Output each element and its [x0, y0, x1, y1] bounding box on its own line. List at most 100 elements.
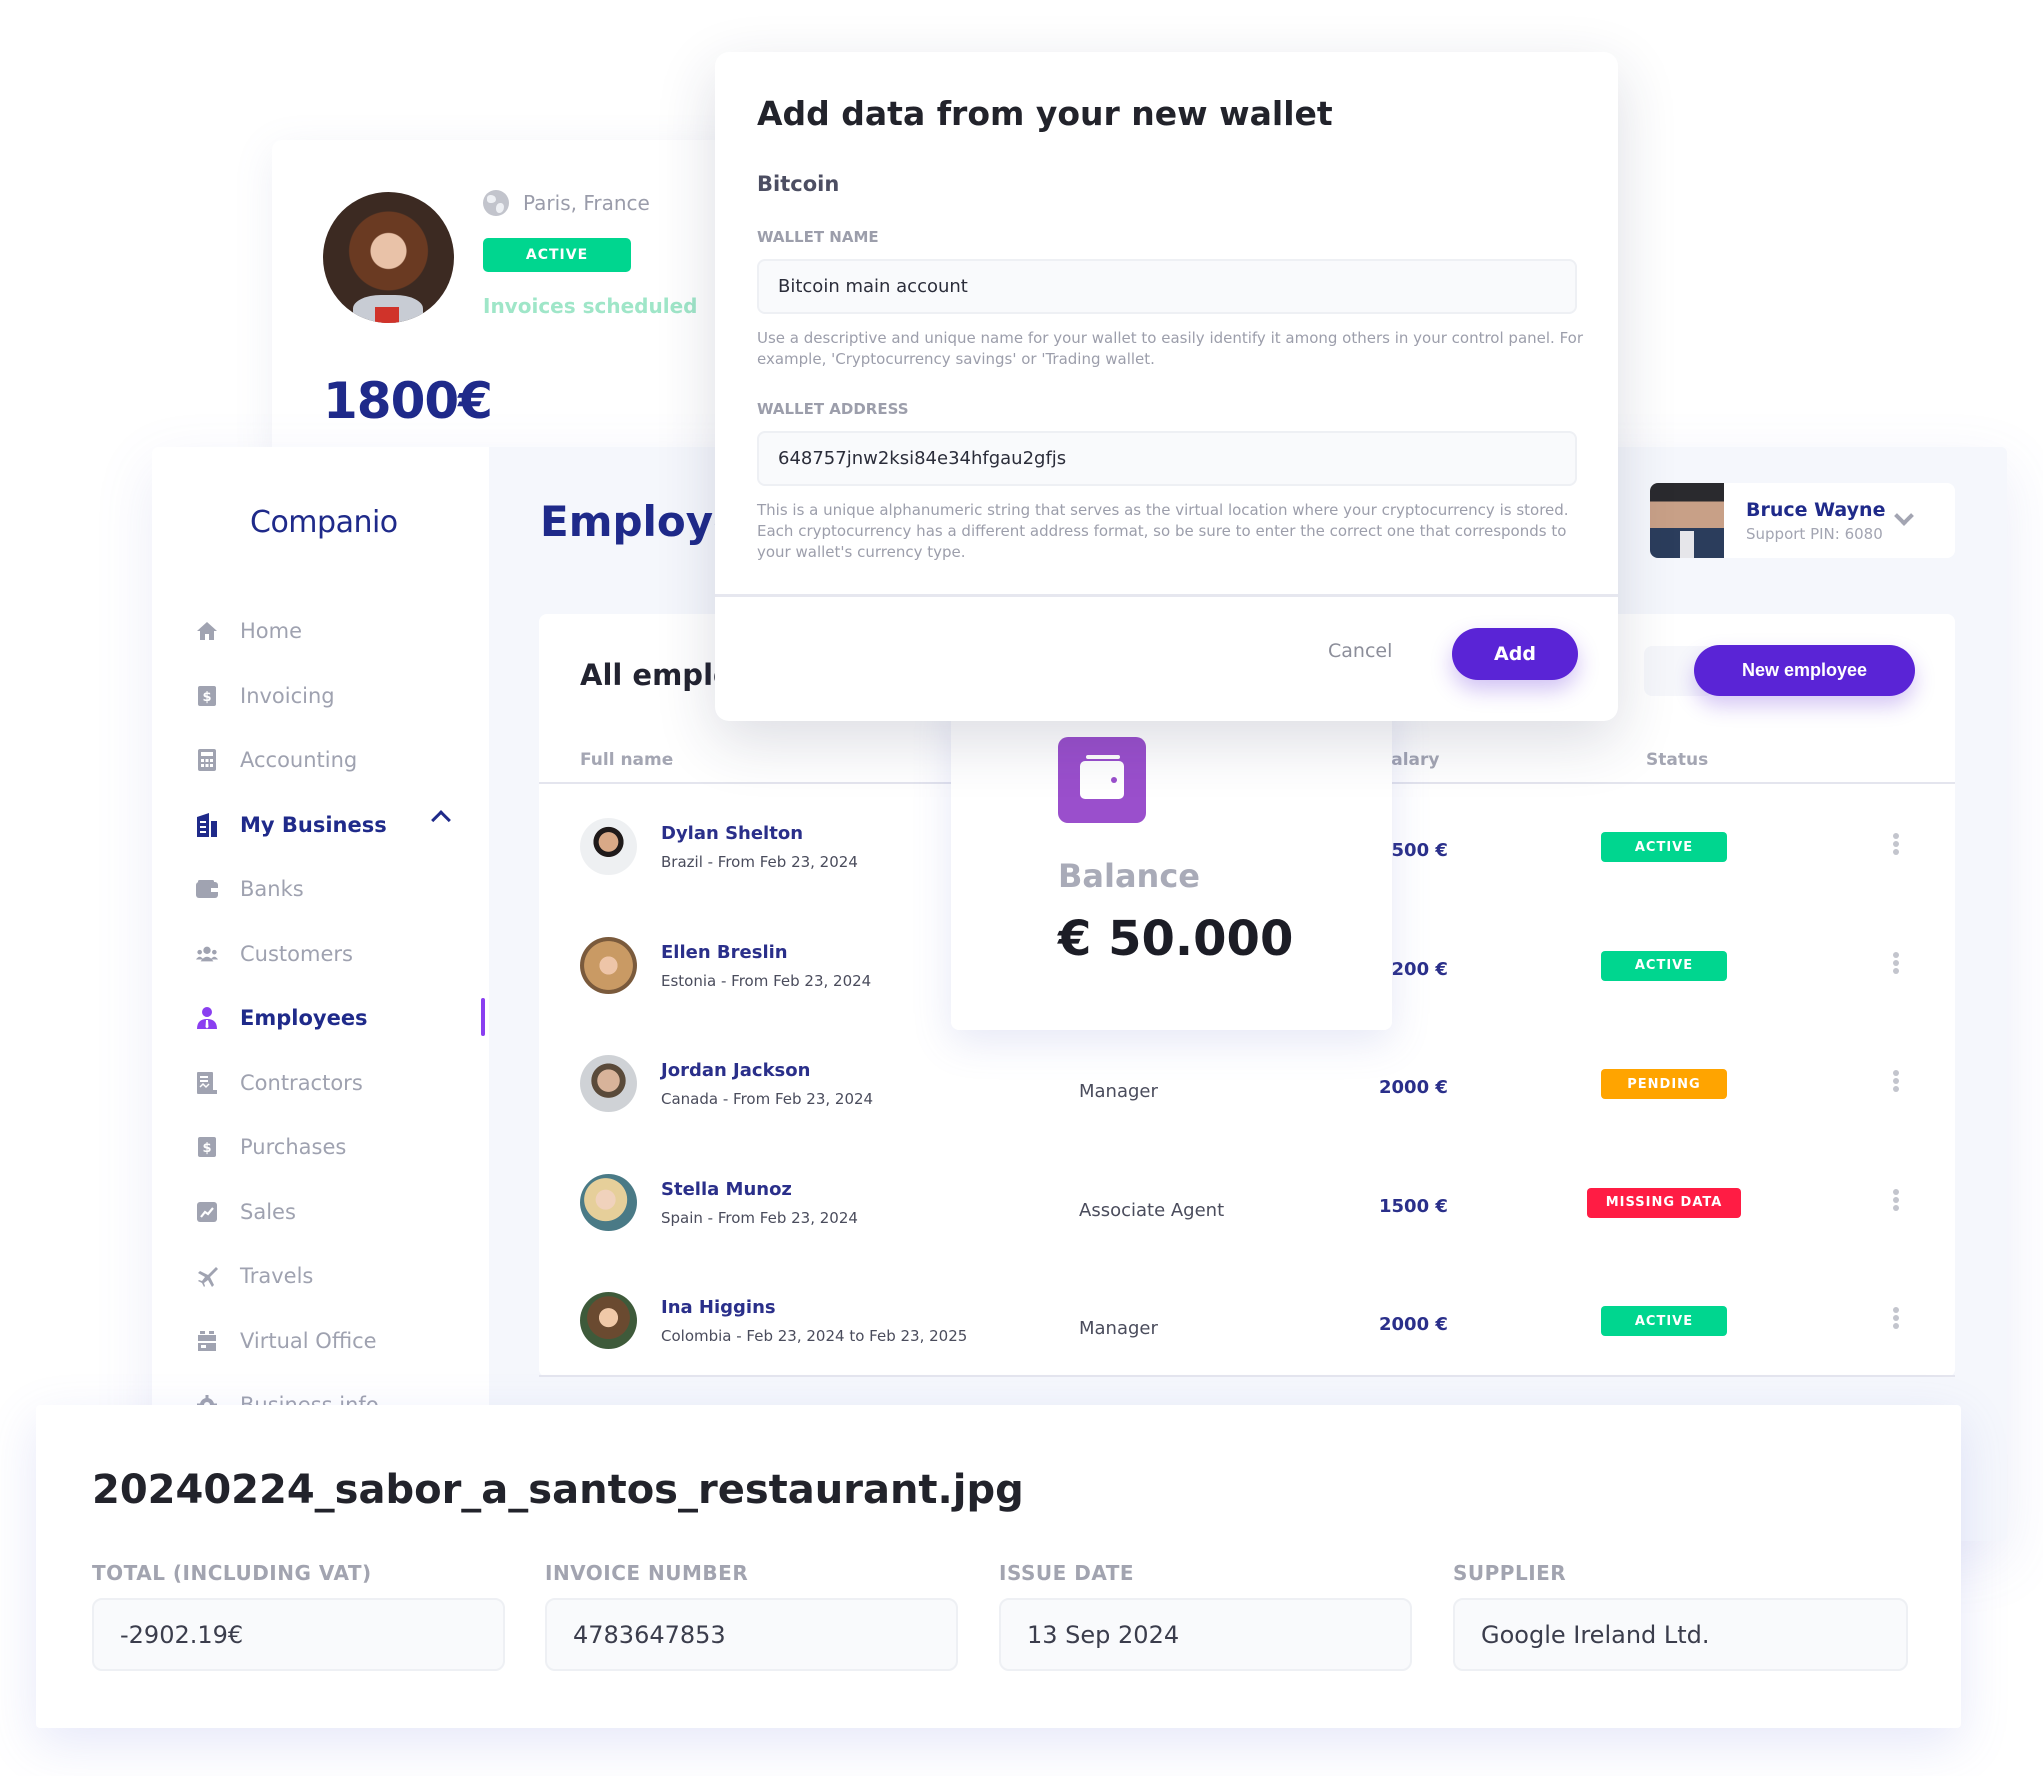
employee-role: Associate Agent: [1079, 1199, 1225, 1221]
modal-divider: [715, 594, 1618, 597]
balance-label: Balance: [1058, 857, 1200, 895]
status-badge: ACTIVE: [1601, 950, 1727, 981]
more-options-icon[interactable]: [1892, 951, 1900, 976]
status-badge: ACTIVE: [1601, 832, 1727, 862]
wallet-name-input[interactable]: [757, 259, 1577, 314]
status-badge: ACTIVE: [1601, 1306, 1727, 1336]
user-menu[interactable]: Bruce Wayne Support PIN: 6080: [1650, 483, 1955, 558]
sidebar-item-label: Customers: [240, 941, 353, 966]
balance-card: Balance € 50.000: [951, 687, 1392, 1030]
sidebar-item-label: Accounting: [240, 748, 358, 773]
wallet-address-help: This is a unique alphanumeric string tha…: [757, 501, 1569, 561]
employee-details: Canada - From Feb 23, 2024: [661, 1090, 874, 1108]
more-options-icon[interactable]: [1892, 1070, 1900, 1094]
sidebar-item-employees[interactable]: Employees: [196, 986, 476, 1051]
wallet-address-input[interactable]: [757, 431, 1577, 486]
sidebar-item-label: Purchases: [240, 1135, 347, 1160]
sidebar-item-label: Sales: [240, 1199, 296, 1224]
total-field: TOTAL (INCLUDING VAT) -2902.19€: [92, 1561, 505, 1671]
wallet-name-help: Use a descriptive and unique name for yo…: [757, 329, 1584, 368]
location-text: Paris, France: [523, 191, 650, 215]
invoice-number-label: INVOICE NUMBER: [545, 1561, 749, 1585]
invoice-number-field: INVOICE NUMBER 4783647853: [545, 1561, 958, 1671]
employee-avatar: [580, 1055, 637, 1112]
more-options-icon[interactable]: [1892, 1188, 1900, 1213]
employee-salary: 1500 €: [1379, 1195, 1448, 1217]
wallet-address-label: WALLET ADDRESS: [757, 400, 909, 418]
column-header-status[interactable]: Status: [1646, 750, 1708, 770]
sidebar-item-label: Travels: [240, 1264, 314, 1289]
more-options-icon[interactable]: [1892, 833, 1900, 857]
sidebar-item-home[interactable]: Home: [196, 599, 476, 664]
status-badge: ACTIVE: [483, 238, 631, 272]
sidebar-item-invoicing[interactable]: $ Invoicing: [196, 664, 476, 729]
sidebar-item-label: Invoicing: [240, 683, 335, 708]
employee-name[interactable]: Dylan Shelton: [661, 823, 803, 844]
wallet-icon: [1058, 737, 1146, 823]
employee-avatar: [580, 1173, 637, 1231]
employee-details: Brazil - From Feb 23, 2024: [661, 853, 858, 871]
sidebar-nav: Home $ Invoicing Accounting My Business: [196, 599, 476, 1438]
employee-avatar: [580, 1292, 637, 1349]
table-row[interactable]: Stella Munoz Spain - From Feb 23, 2024 Ass…: [539, 1142, 1955, 1260]
new-employee-button[interactable]: New employee: [1694, 645, 1915, 696]
sidebar-item-label: Employees: [240, 1006, 368, 1031]
employee-name[interactable]: Ellen Breslin: [661, 942, 788, 963]
chevron-down-icon[interactable]: [1894, 506, 1914, 526]
wallet-name-label: WALLET NAME: [757, 228, 879, 246]
sidebar-item-purchases[interactable]: $ Purchases: [196, 1115, 476, 1180]
sidebar-item-my-business[interactable]: My Business: [196, 793, 476, 858]
employee-avatar: [580, 818, 637, 875]
profile-avatar: [323, 192, 454, 323]
sidebar-item-virtual-office[interactable]: Virtual Office: [196, 1309, 476, 1374]
column-header-name[interactable]: Full name: [580, 750, 673, 770]
table-footer-divider: [539, 1375, 1955, 1377]
contract-icon: [196, 1071, 218, 1094]
supplier-field: SUPPLIER Google Ireland Ltd.: [1453, 1561, 1908, 1671]
profile-card: Paris, France ACTIVE Invoices scheduled …: [272, 140, 742, 460]
add-wallet-modal: Add data from your new wallet Bitcoin WA…: [715, 52, 1618, 721]
sidebar-item-banks[interactable]: Banks: [196, 857, 476, 922]
support-pin: Support PIN: 6080: [1746, 524, 1883, 543]
employee-role: Manager: [1079, 1318, 1158, 1339]
sidebar-item-accounting[interactable]: Accounting: [196, 728, 476, 793]
table-row[interactable]: Ina Higgins Colombia - Feb 23, 2024 to Fe…: [539, 1260, 1955, 1378]
cancel-button[interactable]: Cancel: [1328, 640, 1392, 662]
invoice-number-input[interactable]: 4783647853: [545, 1598, 958, 1671]
sidebar-item-sales[interactable]: Sales: [196, 1180, 476, 1245]
table-row[interactable]: Jordan Jackson Canada - From Feb 23, 2024…: [539, 1023, 1955, 1141]
employee-name[interactable]: Ina Higgins: [661, 1297, 776, 1318]
employee-name[interactable]: Stella Munoz: [661, 1179, 792, 1200]
building-icon: [196, 812, 218, 837]
chevron-up-icon[interactable]: [431, 809, 451, 830]
supplier-input[interactable]: Google Ireland Ltd.: [1453, 1598, 1908, 1671]
balance-value: € 50.000: [1058, 911, 1294, 967]
invoice-filename: 20240224_sabor_a_santos_restaurant.jpg: [92, 1467, 1024, 1513]
employee-avatar: [580, 936, 637, 994]
sidebar-item-label: Contractors: [240, 1070, 363, 1095]
add-button[interactable]: Add: [1452, 628, 1578, 680]
active-indicator: [481, 998, 485, 1036]
home-icon: [196, 620, 218, 642]
status-badge: PENDING: [1601, 1069, 1727, 1099]
user-avatar: [1650, 483, 1724, 558]
issue-date-input[interactable]: 13 Sep 2024: [999, 1598, 1412, 1671]
sidebar-item-label: Home: [240, 619, 303, 644]
supplier-label: SUPPLIER: [1453, 1561, 1567, 1585]
modal-title: Add data from your new wallet: [757, 94, 1333, 133]
employee-icon: [196, 1007, 218, 1030]
sidebar-item-contractors[interactable]: Contractors: [196, 1051, 476, 1116]
sidebar: Companio Home $ Invoicing Accounting My …: [152, 447, 489, 1541]
invoice-icon: $: [196, 685, 218, 707]
more-options-icon[interactable]: [1892, 1307, 1900, 1331]
chart-icon: [196, 1201, 218, 1223]
employee-details: Estonia - From Feb 23, 2024: [661, 971, 872, 990]
invoices-scheduled-label: Invoices scheduled: [483, 294, 698, 318]
invoice-card: 20240224_sabor_a_santos_restaurant.jpg T…: [36, 1405, 1961, 1728]
profile-location: Paris, France: [483, 190, 650, 216]
logo[interactable]: Companio: [250, 505, 398, 540]
sidebar-item-customers[interactable]: Customers: [196, 922, 476, 987]
employee-name[interactable]: Jordan Jackson: [661, 1060, 810, 1081]
sidebar-item-travels[interactable]: Travels: [196, 1244, 476, 1309]
total-input[interactable]: -2902.19€: [92, 1598, 505, 1671]
